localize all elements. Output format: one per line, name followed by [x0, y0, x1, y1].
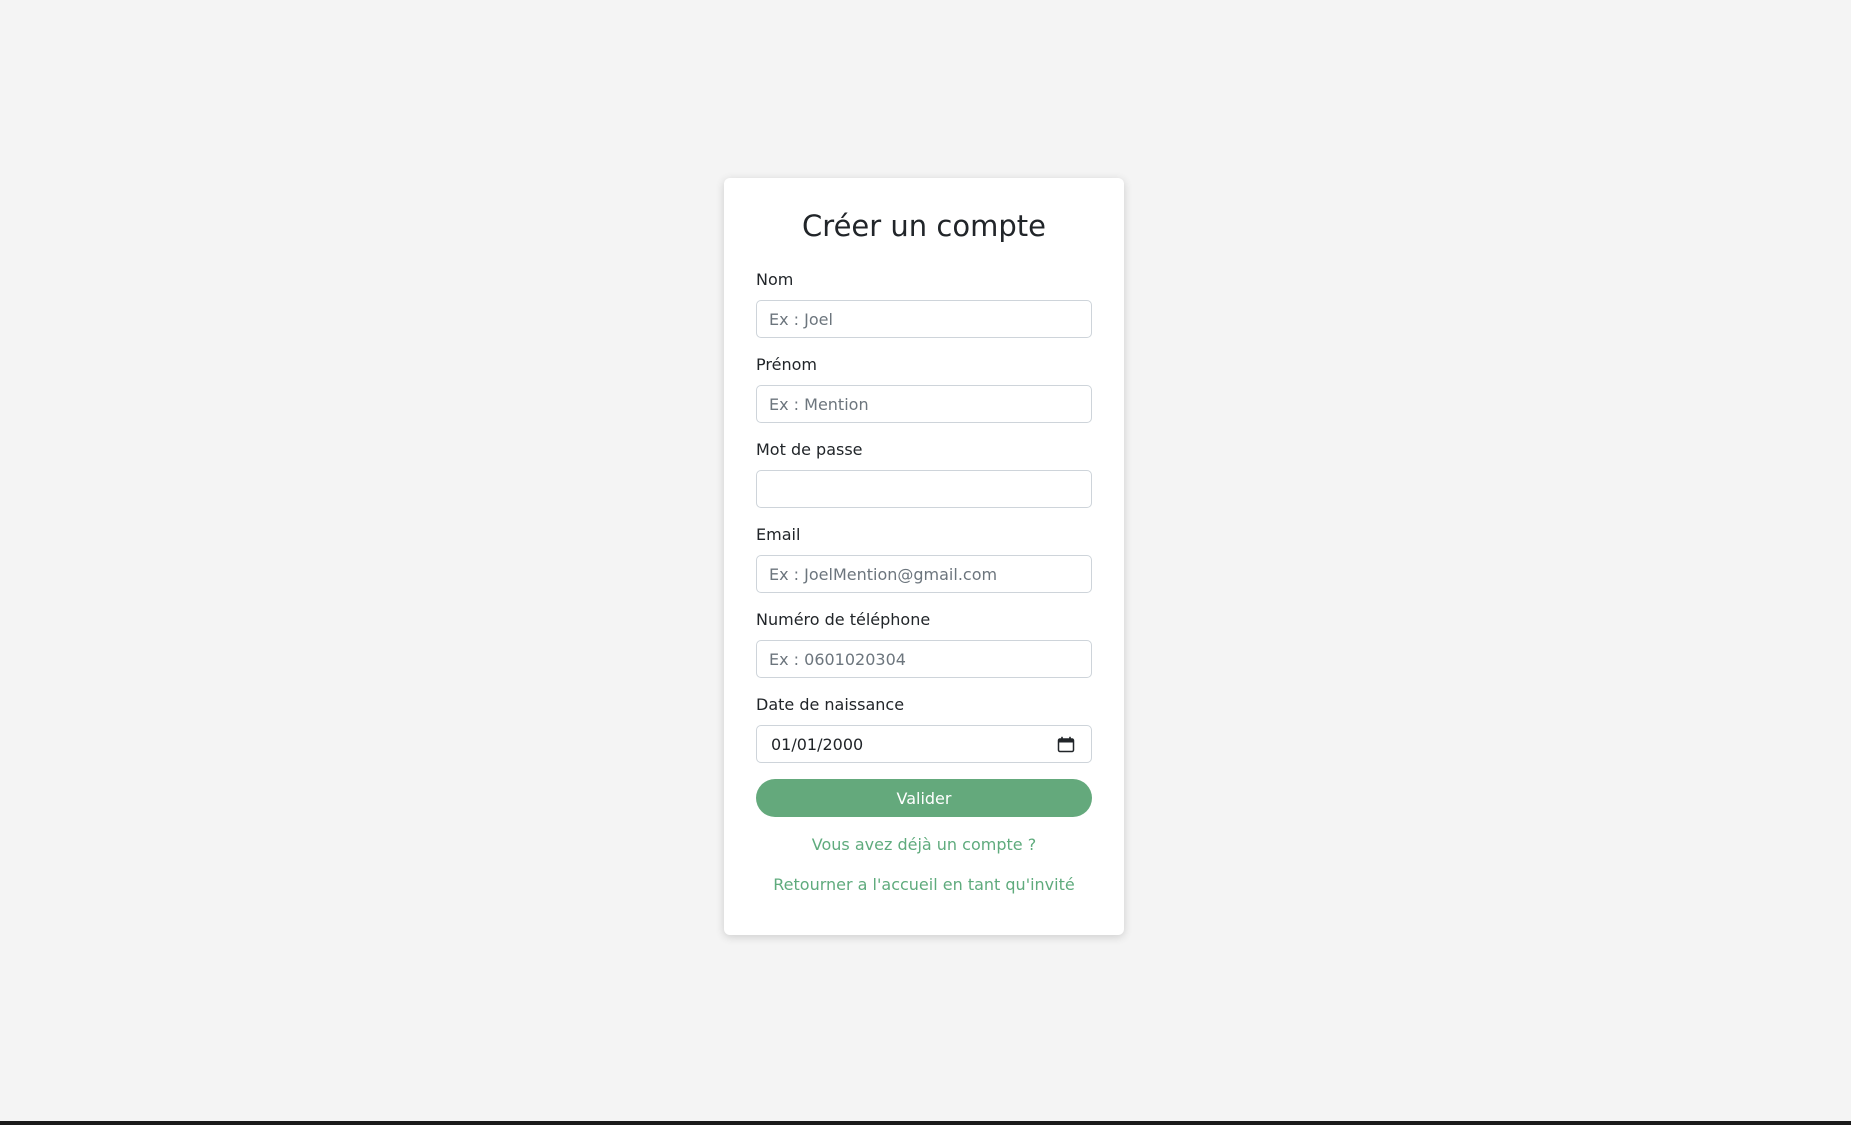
calendar-icon[interactable]	[1057, 736, 1075, 753]
prenom-label: Prénom	[756, 355, 817, 374]
phone-input[interactable]	[756, 640, 1092, 678]
prenom-input[interactable]	[756, 385, 1092, 423]
password-input[interactable]	[756, 470, 1092, 508]
prenom-field-group: Prénom	[756, 355, 1092, 423]
email-field-group: Email	[756, 525, 1092, 593]
birthdate-field-group: Date de naissance 01/01/2000	[756, 695, 1092, 763]
signup-card: Créer un compte Nom Prénom Mot de passe …	[724, 178, 1124, 935]
email-input[interactable]	[756, 555, 1092, 593]
birthdate-label: Date de naissance	[756, 695, 905, 714]
phone-field-group: Numéro de téléphone	[756, 610, 1092, 678]
phone-label: Numéro de téléphone	[756, 610, 931, 629]
nom-field-group: Nom	[756, 270, 1092, 338]
nom-input[interactable]	[756, 300, 1092, 338]
birthdate-value: 01/01/2000	[771, 735, 864, 754]
submit-button[interactable]: Valider	[756, 779, 1092, 817]
login-link[interactable]: Vous avez déjà un compte ?	[756, 835, 1092, 855]
guest-link[interactable]: Retourner a l'accueil en tant qu'invité	[756, 875, 1092, 895]
password-label: Mot de passe	[756, 440, 863, 459]
password-field-group: Mot de passe	[756, 440, 1092, 508]
birthdate-input[interactable]: 01/01/2000	[756, 725, 1092, 763]
bottom-border	[0, 1121, 1851, 1125]
email-label: Email	[756, 525, 801, 544]
nom-label: Nom	[756, 270, 794, 289]
page-title: Créer un compte	[802, 209, 1046, 243]
